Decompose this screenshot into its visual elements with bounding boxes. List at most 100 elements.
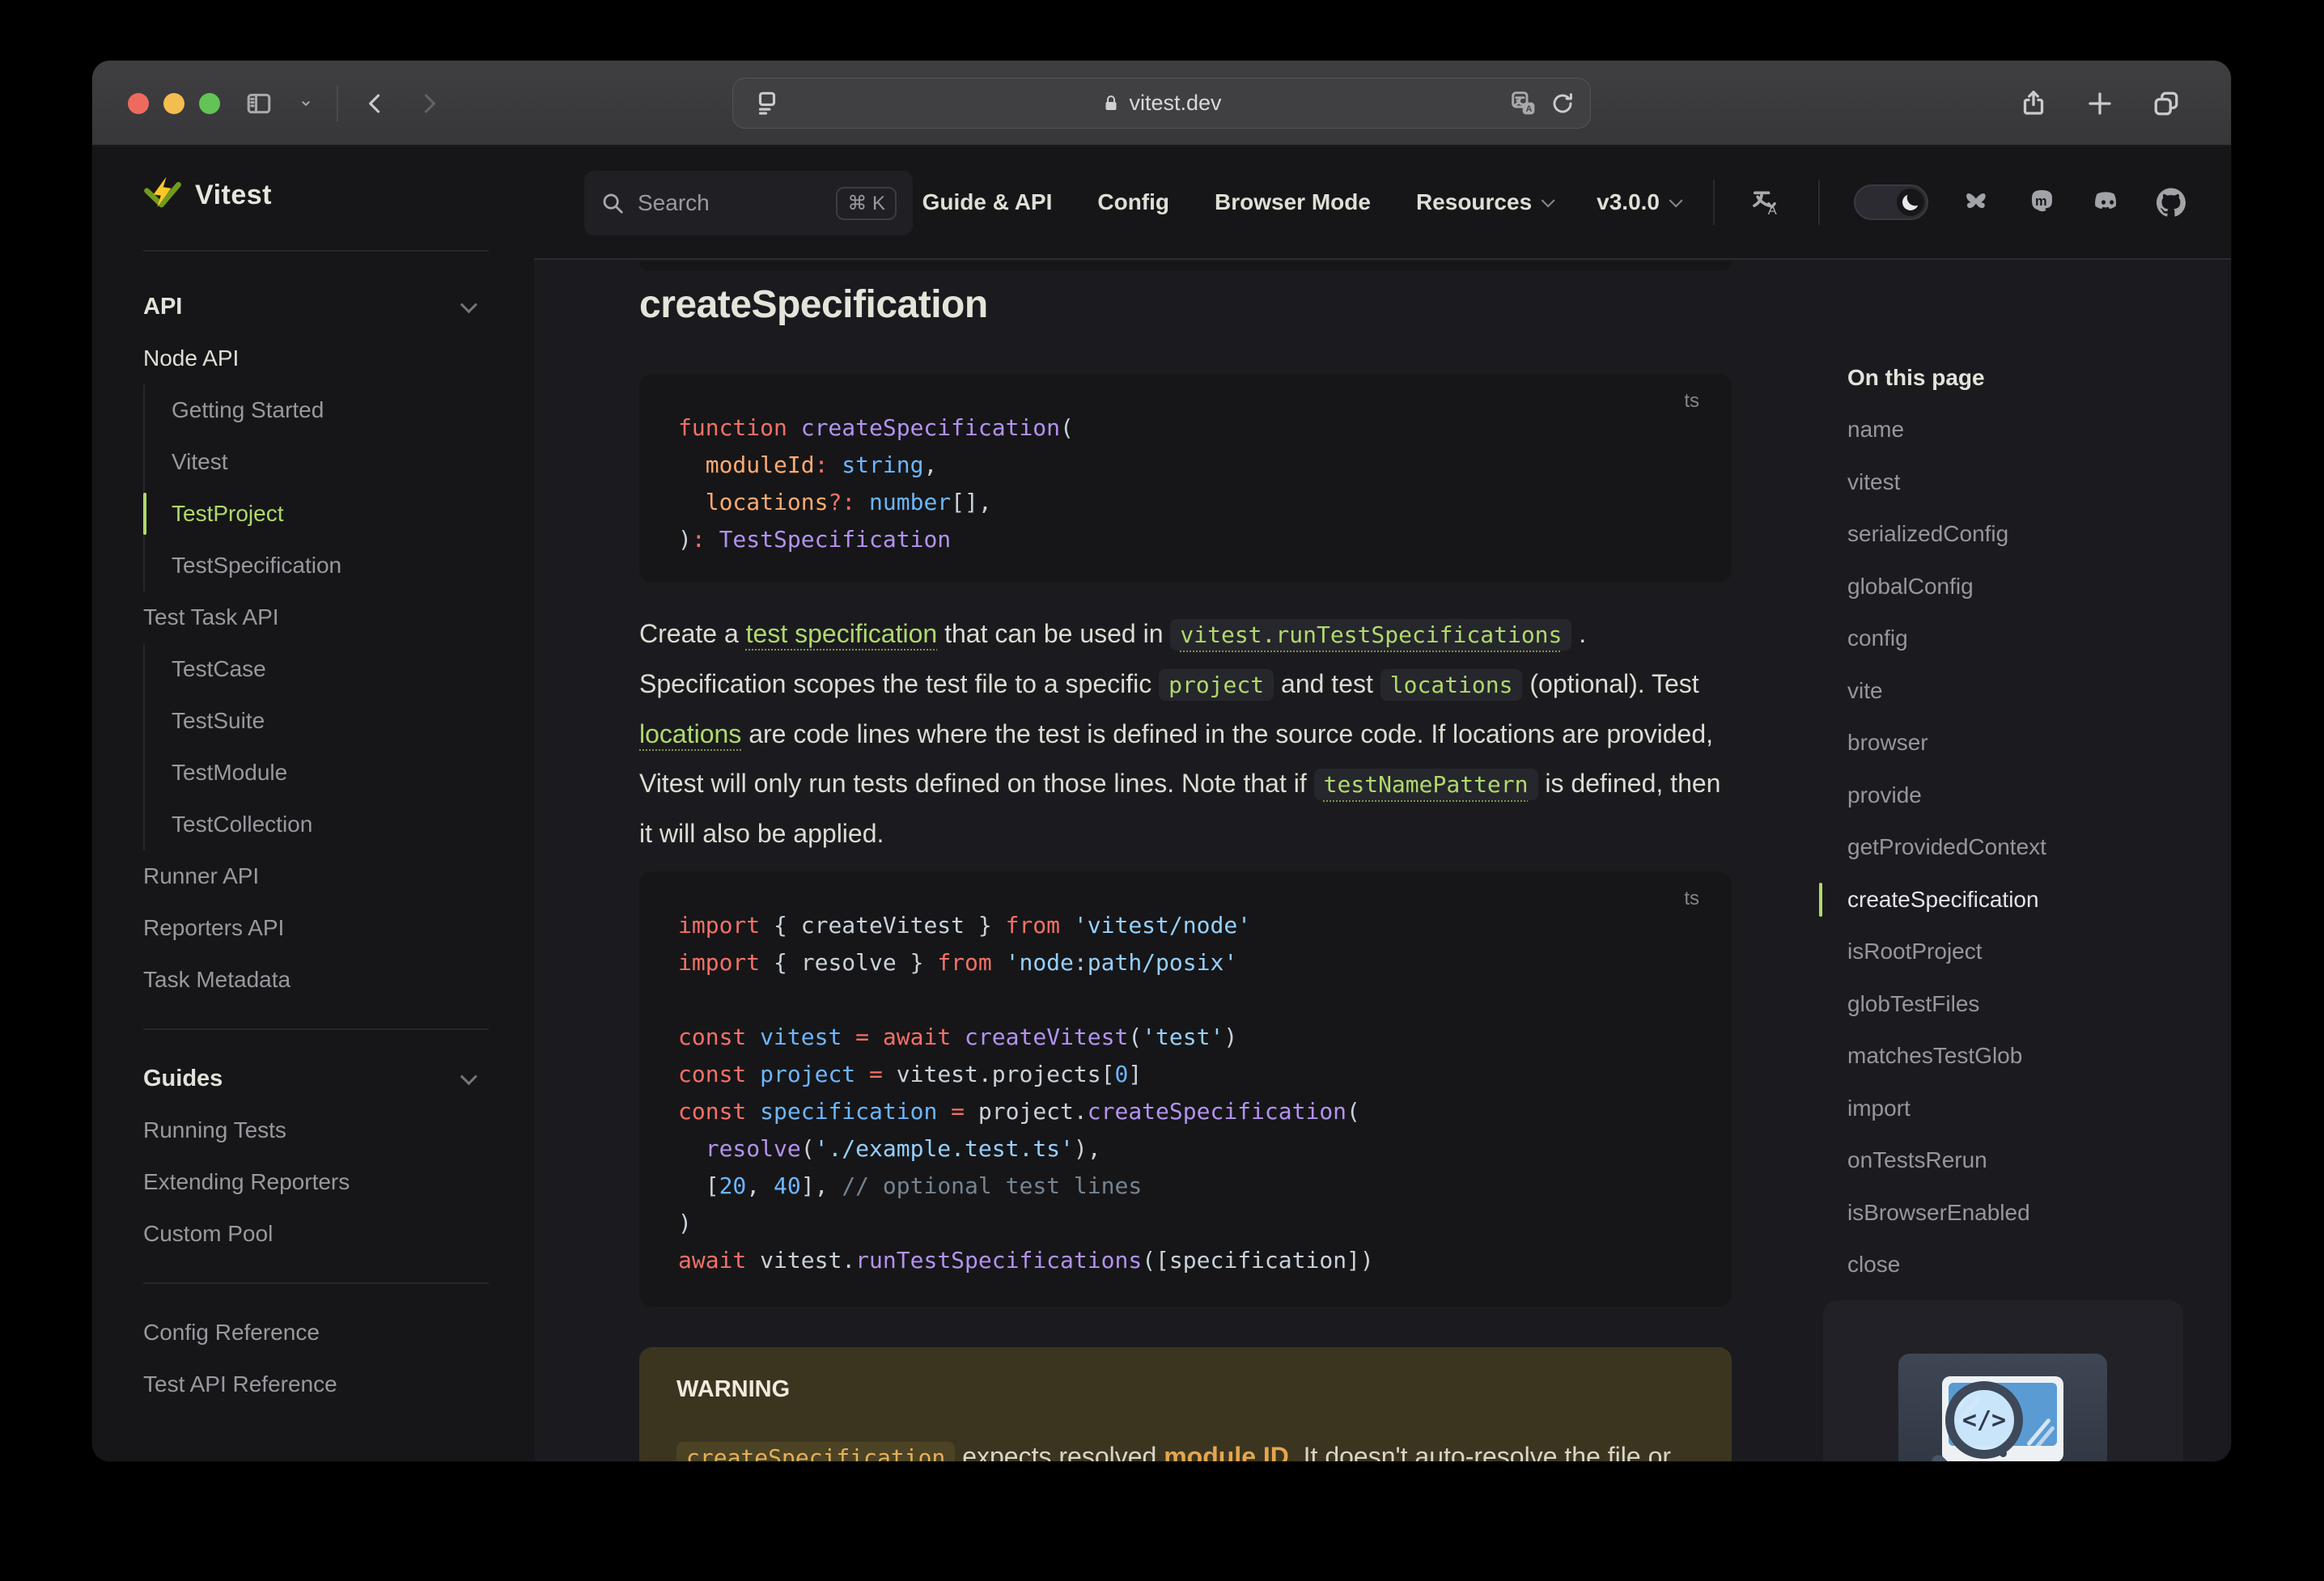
chevron-right-icon	[424, 94, 435, 112]
zoom-window-button[interactable]	[199, 93, 220, 114]
moon-icon	[1901, 193, 1920, 212]
sidebar-item-test-api-reference[interactable]: Test API Reference	[92, 1358, 534, 1410]
nav-link-v3-0-0[interactable]: v3.0.0	[1597, 189, 1683, 215]
lock-icon	[1105, 95, 1117, 110]
nav-link-browser-mode[interactable]: Browser Mode	[1215, 189, 1371, 215]
main-area: Search ⌘ K Guide & API Config Browser Mode…	[534, 146, 2231, 1461]
sidebar-item-getting-started[interactable]: Getting Started	[145, 384, 534, 436]
search-input[interactable]: Search ⌘ K	[584, 171, 913, 235]
new-tab-button[interactable]	[2085, 89, 2114, 118]
close-window-button[interactable]	[128, 93, 149, 114]
browser-toolbar: vitest.dev A	[92, 61, 2231, 146]
testnamepattern-codelink[interactable]: testNamePattern	[1313, 769, 1538, 800]
sponsor-placeholder[interactable]: </>	[1823, 1300, 2183, 1461]
sidebar-divider	[143, 1028, 489, 1030]
sidebar-group-api[interactable]: API	[92, 281, 534, 333]
back-button[interactable]	[359, 87, 392, 120]
sidebar-item-test-task-api[interactable]: Test Task API	[92, 591, 534, 643]
sidebar-item-config-reference[interactable]: Config Reference	[92, 1307, 534, 1358]
outline-item-globtestfiles[interactable]: globTestFiles	[1847, 978, 2195, 1031]
sidebar-item-running-tests[interactable]: Running Tests	[92, 1104, 534, 1156]
nav-link-guide-api[interactable]: Guide & API	[922, 189, 1053, 215]
sidebar-item-testproject[interactable]: TestProject	[143, 488, 534, 540]
url-text[interactable]: vitest.dev	[1129, 91, 1221, 116]
createspecification-wcode: createSpecification	[676, 1442, 956, 1461]
sidebar-toggle-button[interactable]	[243, 87, 275, 120]
search-shortcut-badge: ⌘ K	[836, 186, 897, 220]
bluesky-icon[interactable]	[1962, 188, 1991, 217]
sidebar-group-guides[interactable]: Guides	[92, 1053, 534, 1104]
outline-item-vitest[interactable]: vitest	[1847, 456, 2195, 509]
outline-item-provide[interactable]: provide	[1847, 769, 2195, 822]
sidebar-item-vitest[interactable]: Vitest	[145, 436, 534, 488]
minimize-window-button[interactable]	[163, 93, 184, 114]
tab-overview-button[interactable]	[2152, 89, 2181, 118]
locations-link[interactable]: locations	[639, 719, 741, 748]
module-id-wlink[interactable]: module ID	[1164, 1442, 1289, 1461]
outline-item-ontestsrerun[interactable]: onTestsRerun	[1847, 1134, 2195, 1187]
outline-item-close[interactable]: close	[1847, 1239, 2195, 1291]
sidebar-item-extending-reporters[interactable]: Extending Reporters	[92, 1156, 534, 1208]
sidebar-item-node-api[interactable]: Node API	[92, 333, 534, 384]
chevron-left-icon	[369, 94, 380, 112]
svg-text:m: m	[2035, 194, 2047, 209]
code-content: import { createVitest } from 'vitest/nod…	[678, 912, 1374, 1274]
share-icon[interactable]	[2019, 89, 2048, 118]
nav-link-resources[interactable]: Resources	[1416, 189, 1555, 215]
locations-code: locations	[1380, 669, 1523, 701]
search-placeholder: Search	[638, 190, 710, 215]
outline-item-config[interactable]: config	[1847, 612, 2195, 665]
sidebar-sub-group: Getting Started Vitest TestProject TestSpec…	[143, 384, 534, 591]
forward-button[interactable]	[413, 87, 445, 120]
sidebar-item-task-metadata[interactable]: Task Metadata	[92, 954, 534, 1006]
chevron-down-icon	[460, 295, 477, 313]
site-navbar: Search ⌘ K Guide & API Config Browser Mode…	[534, 146, 2231, 260]
translate-icon[interactable]: A	[1511, 91, 1537, 117]
github-icon[interactable]	[2156, 188, 2186, 217]
outline-item-getprovidedcontext[interactable]: getProvidedContext	[1847, 821, 2195, 874]
outline-item-vite[interactable]: vite	[1847, 665, 2195, 718]
code-block-example[interactable]: ts import { createVitest } from 'vitest/…	[639, 871, 1732, 1307]
sidebar-item-testsuite[interactable]: TestSuite	[145, 695, 534, 747]
warning-callout: WARNING createSpecification expects reso…	[639, 1347, 1732, 1461]
vitest-runtestspecifications-codelink[interactable]: vitest.runTestSpecifications	[1170, 619, 1572, 651]
sidebar-item-testmodule[interactable]: TestModule	[145, 747, 534, 799]
chevron-down-icon	[1669, 193, 1683, 208]
outline-item-isbrowserenabled[interactable]: isBrowserEnabled	[1847, 1187, 2195, 1240]
site-title: Vitest	[195, 179, 272, 210]
outline-item-globalconfig[interactable]: globalConfig	[1847, 561, 2195, 613]
outline-item-import[interactable]: import	[1847, 1083, 2195, 1135]
address-bar[interactable]: vitest.dev A	[732, 78, 1591, 129]
code-lang-badge: ts	[1684, 888, 1699, 909]
sidebar-item-custom-pool[interactable]: Custom Pool	[92, 1208, 534, 1260]
warning-title: WARNING	[676, 1376, 791, 1402]
sidebar-menu-chevron[interactable]	[296, 87, 316, 120]
vitest-logo-icon	[144, 176, 181, 208]
reload-icon[interactable]	[1550, 91, 1575, 117]
theme-toggle[interactable]	[1854, 184, 1928, 220]
sidebar-item-testcase[interactable]: TestCase	[145, 643, 534, 695]
site-logo[interactable]: Vitest	[143, 176, 272, 214]
outline-item-name[interactable]: name	[1847, 404, 2195, 456]
outline-item-isrootproject[interactable]: isRootProject	[1847, 926, 2195, 978]
outline-items: name vitest serializedConfig globalConfig co…	[1819, 404, 2195, 1291]
search-icon	[603, 193, 623, 214]
outline-item-browser[interactable]: browser	[1847, 717, 2195, 769]
nav-link-config[interactable]: Config	[1097, 189, 1169, 215]
project-code: project	[1159, 669, 1274, 701]
language-menu-button[interactable]: A	[1749, 186, 1784, 218]
discord-icon[interactable]	[2092, 188, 2121, 217]
sidebar-item-runner-api[interactable]: Runner API	[92, 850, 534, 902]
outline-item-serializedconfig[interactable]: serializedConfig	[1847, 508, 2195, 561]
description-paragraph: Create a test specification that can be …	[639, 619, 1721, 848]
outline-item-matchestestglob[interactable]: matchesTestGlob	[1847, 1030, 2195, 1083]
code-block-signature[interactable]: ts function createSpecification( moduleI…	[639, 374, 1732, 583]
code-lang-badge: ts	[1684, 390, 1699, 412]
mastodon-icon[interactable]: m	[2027, 188, 2056, 217]
sidebar-item-testspecification[interactable]: TestSpecification	[145, 540, 534, 591]
test-specification-link[interactable]: test specification	[746, 619, 938, 648]
outline-item-createspecification[interactable]: createSpecification	[1819, 874, 2195, 926]
sidebar-item-testcollection[interactable]: TestCollection	[145, 799, 534, 850]
sidebar-item-reporters-api[interactable]: Reporters API	[92, 902, 534, 954]
doc-sidebar: Vitest API Node API Getting Started Vitest T…	[92, 146, 534, 1461]
